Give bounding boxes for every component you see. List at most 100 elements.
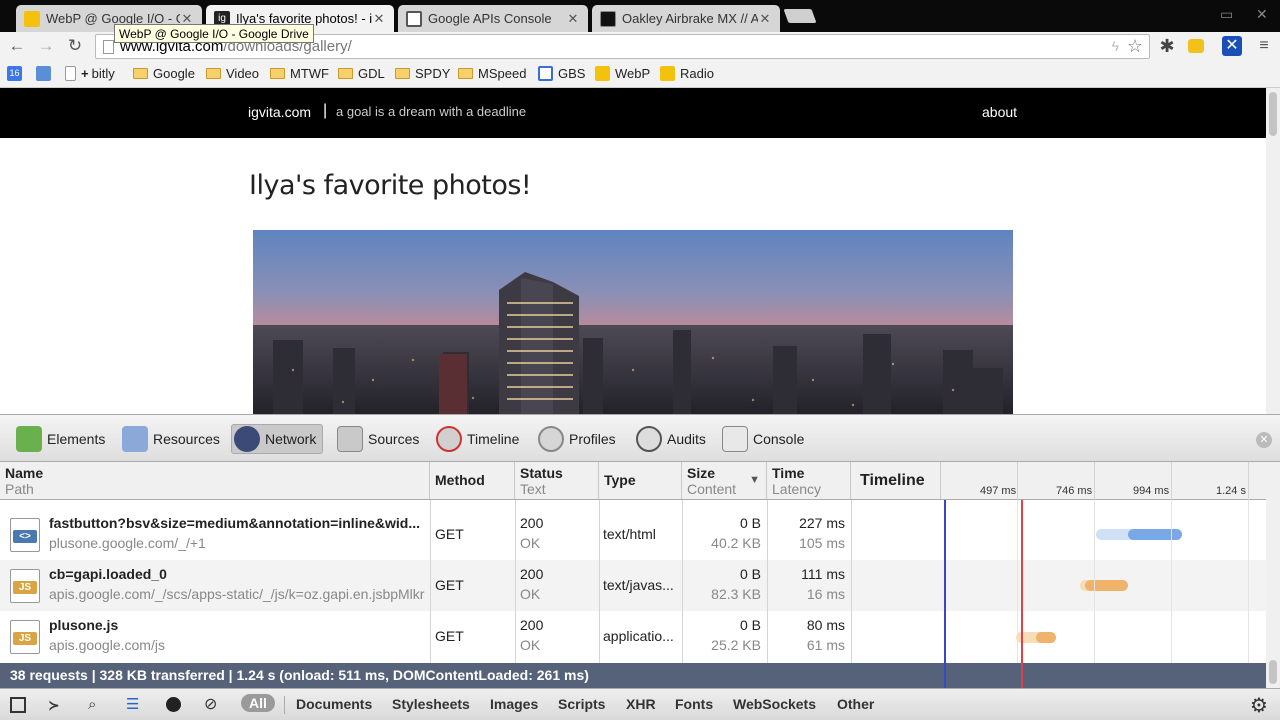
column-method[interactable]: Method — [430, 462, 515, 499]
bookmark-folder-gdl[interactable]: GDL — [338, 66, 385, 81]
column-title: Type — [604, 472, 636, 488]
resources-icon — [122, 426, 148, 452]
page-scrollbar[interactable] — [1266, 88, 1280, 414]
filter-documents[interactable]: Documents — [296, 696, 372, 712]
folder-extension-icon[interactable] — [1188, 39, 1204, 53]
tab-sources[interactable]: Sources — [335, 424, 425, 454]
bookmark-gbs[interactable]: GBS — [538, 66, 585, 81]
tab-timeline[interactable]: Timeline — [434, 424, 525, 454]
request-time: 227 ms — [799, 515, 845, 531]
close-icon[interactable]: ✕ — [758, 11, 772, 27]
bookmark-folder-video[interactable]: Video — [206, 66, 259, 81]
request-name[interactable]: fastbutton?bsv&size=medium&annotation=in… — [49, 515, 425, 531]
receiving-bar[interactable] — [1036, 632, 1056, 643]
back-icon[interactable]: ← — [7, 36, 27, 56]
scrollbar-thumb[interactable] — [1269, 660, 1277, 684]
tab-console[interactable]: Console — [720, 424, 810, 454]
console-drawer-icon[interactable]: ≻ — [48, 697, 64, 713]
calendar-icon: 16 — [7, 66, 22, 81]
receiving-bar[interactable] — [1085, 580, 1128, 591]
lightning-icon: ϟ — [1111, 38, 1119, 54]
receiving-bar[interactable] — [1128, 529, 1182, 540]
close-icon[interactable]: ✕ — [566, 11, 580, 27]
column-time[interactable]: Time Latency — [767, 462, 851, 499]
timeline-tick: 1.24 s — [1216, 485, 1246, 497]
close-icon[interactable]: ✕ — [372, 11, 386, 27]
column-timeline[interactable]: Timeline — [851, 462, 941, 499]
panel-label: Elements — [47, 431, 106, 447]
new-tab-button[interactable] — [783, 9, 817, 23]
bookmark-item[interactable] — [36, 66, 56, 81]
clear-icon[interactable]: ⊘ — [204, 697, 220, 713]
bookmark-folder-mtwf[interactable]: MTWF — [270, 66, 329, 81]
filter-other[interactable]: Other — [837, 696, 874, 712]
bookmark-item-bitly[interactable]: + bitly — [65, 66, 115, 81]
drive-doc-icon — [660, 66, 675, 81]
timeline-icon — [436, 426, 462, 452]
about-link[interactable]: about — [982, 104, 1017, 120]
search-icon[interactable]: ⌕ — [88, 697, 104, 713]
column-divider — [851, 500, 852, 663]
filter-stylesheets[interactable]: Stylesheets — [392, 696, 470, 712]
bookmark-folder-mspeed[interactable]: MSpeed — [458, 66, 526, 81]
table-row[interactable]: <> fastbutton?bsv&size=medium&annotation… — [0, 509, 1266, 560]
onload-marker — [1021, 500, 1023, 688]
tab-profiles[interactable]: Profiles — [536, 424, 622, 454]
network-request-list[interactable]: <> fastbutton?bsv&size=medium&annotation… — [0, 500, 1266, 663]
minimize-icon[interactable]: ▭ — [1220, 6, 1233, 23]
table-row[interactable]: JS plusone.js apis.google.com/js GET 200… — [0, 611, 1266, 662]
column-status[interactable]: Status Text — [515, 462, 599, 499]
request-name[interactable]: cb=gapi.loaded_0 — [49, 566, 425, 582]
gallery-photo[interactable] — [253, 230, 1013, 414]
timeline-divider — [1171, 462, 1172, 500]
menu-icon[interactable]: ≡ — [1254, 36, 1274, 56]
reload-icon[interactable]: ↻ — [65, 36, 85, 56]
bookmark-label: GBS — [558, 66, 586, 81]
table-row[interactable]: JS cb=gapi.loaded_0 apis.google.com/_/sc… — [0, 560, 1266, 611]
pin-extension-icon[interactable]: ✕ — [1222, 36, 1242, 56]
page-icon — [103, 40, 114, 54]
request-name[interactable]: plusone.js — [49, 617, 425, 633]
oakley-favicon-icon — [600, 10, 616, 27]
bookmark-label: WebP — [615, 66, 651, 81]
close-devtools-icon[interactable]: ✕ — [1256, 432, 1272, 448]
calendar-bookmark[interactable]: 16 — [7, 66, 27, 81]
filter-fonts[interactable]: Fonts — [675, 696, 713, 712]
window-close-icon[interactable]: ✕ — [1256, 6, 1268, 23]
bookmark-folder-google[interactable]: Google — [133, 66, 195, 81]
filter-images[interactable]: Images — [490, 696, 538, 712]
network-scrollbar[interactable] — [1266, 462, 1280, 688]
dock-icon[interactable] — [10, 697, 26, 713]
column-type[interactable]: Type — [599, 462, 682, 499]
sort-desc-icon: ▼ — [749, 474, 760, 486]
tab-elements[interactable]: Elements — [14, 424, 111, 454]
browser-tab-apis-console[interactable]: Google APIs Console ✕ — [398, 5, 588, 32]
filter-scripts[interactable]: Scripts — [558, 696, 605, 712]
column-name[interactable]: Name Path — [0, 462, 430, 499]
bookmark-folder-spdy[interactable]: SPDY — [395, 66, 450, 81]
tab-resources[interactable]: Resources — [120, 424, 226, 454]
request-status-text: OK — [520, 637, 541, 653]
site-brand-link[interactable]: igvita.com — [248, 104, 311, 120]
filter-websockets[interactable]: WebSockets — [733, 696, 816, 712]
bookmark-star-icon[interactable]: ☆ — [1127, 36, 1143, 57]
timeline-divider — [1094, 462, 1095, 500]
browser-tab-oakley[interactable]: Oakley Airbrake MX // A ✕ — [592, 5, 780, 32]
bookmarks-bar: 16 + bitly Google Video MTWF GDL SPDY MSp… — [0, 60, 1280, 88]
tab-audits[interactable]: Audits — [634, 424, 712, 454]
bug-extension-icon[interactable]: ✱ — [1157, 36, 1177, 56]
filter-xhr[interactable]: XHR — [626, 696, 656, 712]
bookmark-webp[interactable]: WebP — [595, 66, 650, 81]
tab-network[interactable]: Network — [231, 424, 324, 454]
column-title: Status — [520, 465, 563, 481]
filter-all[interactable]: All — [241, 694, 275, 712]
forward-icon[interactable]: → — [36, 36, 56, 56]
bookmark-radio[interactable]: Radio — [660, 66, 714, 81]
column-size[interactable]: Size Content ▼ — [682, 462, 767, 499]
record-icon[interactable] — [166, 697, 181, 712]
panel-label: Sources — [368, 431, 420, 447]
js-file-icon: JS — [10, 569, 40, 603]
scrollbar-thumb[interactable] — [1269, 92, 1277, 136]
gear-icon[interactable]: ⚙ — [1250, 693, 1268, 718]
large-rows-icon[interactable]: ☰ — [126, 697, 142, 713]
